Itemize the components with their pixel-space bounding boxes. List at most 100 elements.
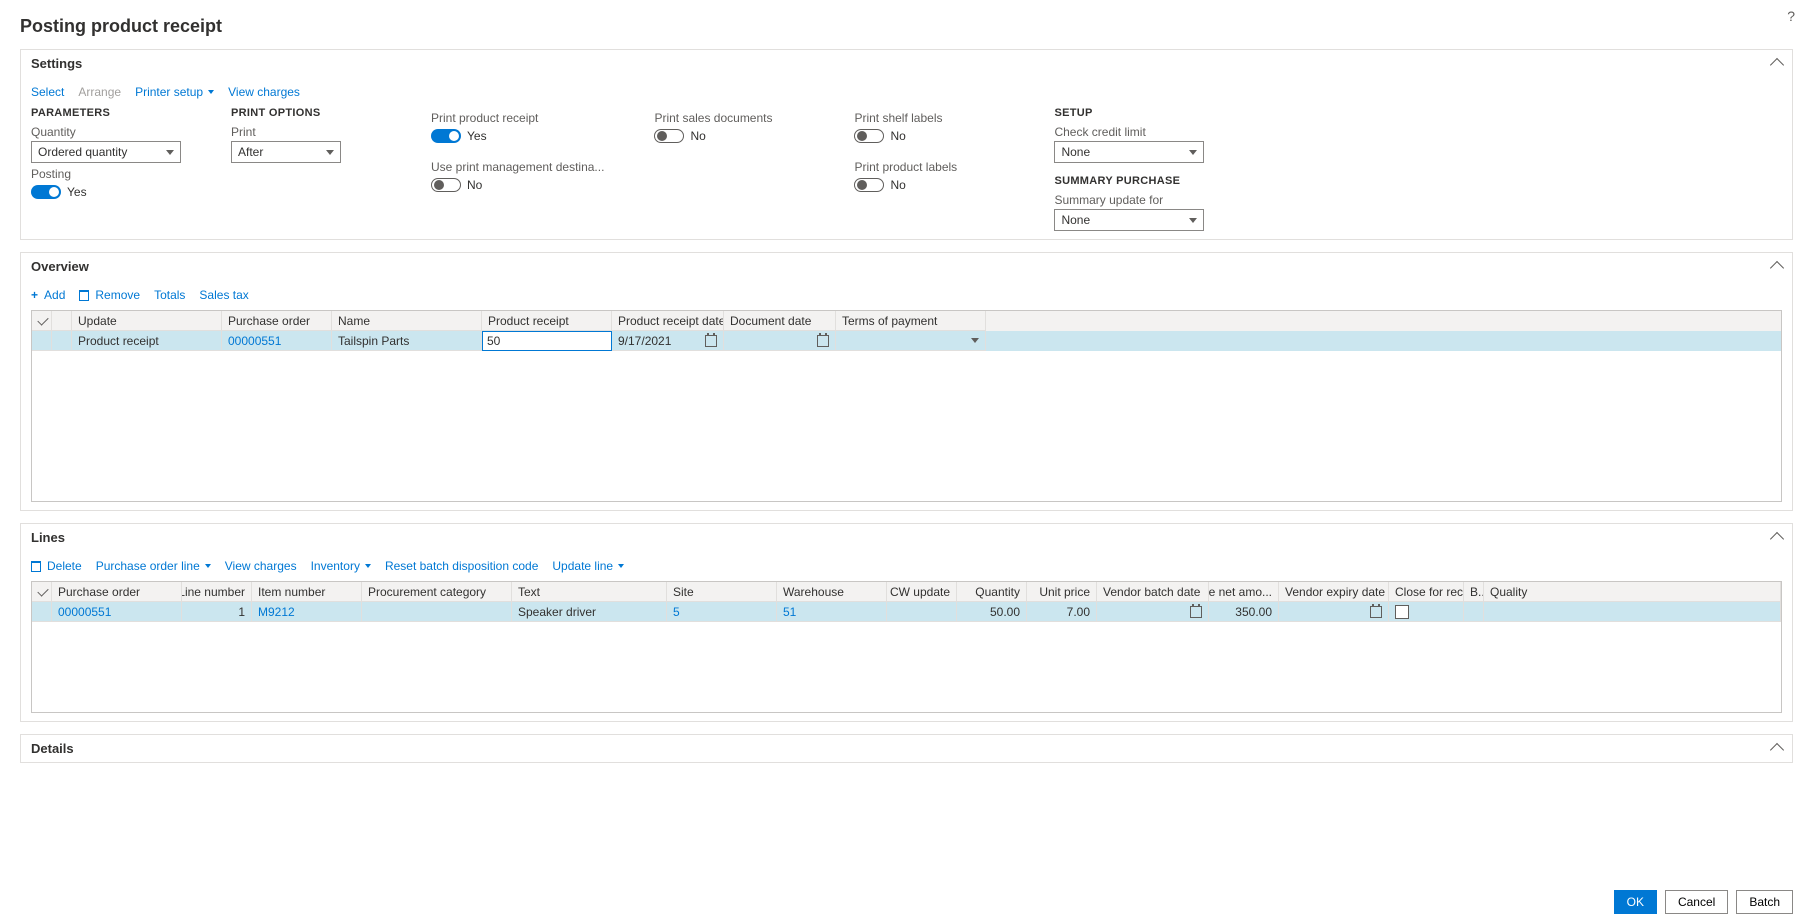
remove-label: Remove xyxy=(95,288,140,302)
view-charges-link[interactable]: View charges xyxy=(228,85,300,99)
col-site[interactable]: Site xyxy=(667,582,777,602)
cell-warehouse[interactable]: 51 xyxy=(777,602,887,622)
col-vendor-batch-date[interactable]: Vendor batch date xyxy=(1097,582,1209,602)
row-check[interactable] xyxy=(32,602,52,622)
cell-site[interactable]: 5 xyxy=(667,602,777,622)
col-name[interactable]: Name xyxy=(332,311,482,331)
cell-name[interactable]: Tailspin Parts xyxy=(332,331,482,351)
sales-tax-button[interactable]: Sales tax xyxy=(199,288,248,302)
cell-line-net[interactable]: 350.00 xyxy=(1209,602,1279,622)
col-text[interactable]: Text xyxy=(512,582,667,602)
calendar-icon[interactable] xyxy=(817,335,829,347)
col-po[interactable]: Purchase order xyxy=(52,582,182,602)
purchase-order-line-button[interactable]: Purchase order line xyxy=(96,559,211,573)
check-icon xyxy=(38,315,45,327)
checkbox[interactable] xyxy=(1395,605,1409,619)
col-b[interactable]: B... xyxy=(1464,582,1484,602)
cell-quality[interactable] xyxy=(1484,602,1781,622)
totals-button[interactable]: Totals xyxy=(154,288,185,302)
calendar-icon[interactable] xyxy=(1370,606,1382,618)
cell-update[interactable]: Product receipt xyxy=(72,331,222,351)
calendar-icon[interactable] xyxy=(1190,606,1202,618)
select-link[interactable]: Select xyxy=(31,85,64,99)
cell-quantity[interactable]: 50.00 xyxy=(957,602,1027,622)
update-line-button[interactable]: Update line xyxy=(552,559,624,573)
batch-button[interactable]: Batch xyxy=(1736,890,1793,914)
use-print-mgmt-toggle[interactable]: No xyxy=(431,178,482,192)
col-cw-update[interactable]: CW update xyxy=(887,582,957,602)
help-icon[interactable]: ? xyxy=(1787,8,1795,24)
print-value: After xyxy=(238,145,263,159)
lines-header[interactable]: Lines xyxy=(21,524,1792,551)
cell-b[interactable] xyxy=(1464,602,1484,622)
reset-batch-button[interactable]: Reset batch disposition code xyxy=(385,559,538,573)
cell-procurement[interactable] xyxy=(362,602,512,622)
cell-vendor-expiry[interactable] xyxy=(1279,602,1389,622)
ul-label: Update line xyxy=(552,559,613,573)
print-product-labels-toggle[interactable]: No xyxy=(854,178,905,192)
chevron-down-icon xyxy=(208,90,214,94)
col-item-number[interactable]: Item number xyxy=(252,582,362,602)
row-check[interactable] xyxy=(32,331,52,351)
col-document-date[interactable]: Document date xyxy=(724,311,836,331)
posting-label: Posting xyxy=(31,167,181,181)
page-title: Posting product receipt xyxy=(20,16,1793,37)
cell-vendor-batch-date[interactable] xyxy=(1097,602,1209,622)
inventory-button[interactable]: Inventory xyxy=(311,559,371,573)
print-sales-docs-toggle[interactable]: No xyxy=(654,129,705,143)
cell-item-number[interactable]: M9212 xyxy=(252,602,362,622)
remove-button[interactable]: Remove xyxy=(79,288,140,302)
printer-setup-link[interactable]: Printer setup xyxy=(135,85,214,99)
details-header[interactable]: Details xyxy=(21,735,1792,762)
col-purchase-order[interactable]: Purchase order xyxy=(222,311,332,331)
trash-icon xyxy=(79,290,89,301)
col-unit-price[interactable]: Unit price xyxy=(1027,582,1097,602)
cell-product-receipt[interactable]: 50 xyxy=(482,331,612,351)
settings-header[interactable]: Settings xyxy=(21,50,1792,77)
overview-section: Overview Add Remove Totals Sales tax Upd… xyxy=(20,252,1793,511)
col-check[interactable] xyxy=(32,582,52,602)
col-terms-payment[interactable]: Terms of payment xyxy=(836,311,986,331)
col-quantity[interactable]: Quantity xyxy=(957,582,1027,602)
cell-po[interactable]: 00000551 xyxy=(52,602,182,622)
delete-button[interactable]: Delete xyxy=(31,559,82,573)
overview-row[interactable]: Product receipt 00000551 Tailspin Parts … xyxy=(32,331,1781,351)
chevron-up-icon xyxy=(1770,743,1784,757)
use-print-mgmt-label: Use print management destina... xyxy=(431,160,604,174)
col-vendor-expiry[interactable]: Vendor expiry date xyxy=(1279,582,1389,602)
print-product-receipt-toggle[interactable]: Yes xyxy=(431,129,487,143)
add-button[interactable]: Add xyxy=(31,288,65,302)
col-close-receipt[interactable]: Close for rec... xyxy=(1389,582,1464,602)
print-product-labels-label: Print product labels xyxy=(854,160,1004,174)
col-line-net[interactable]: Line net amo... xyxy=(1209,582,1279,602)
col-product-receipt[interactable]: Product receipt xyxy=(482,311,612,331)
quantity-select[interactable]: Ordered quantity xyxy=(31,141,181,163)
col-procurement[interactable]: Procurement category xyxy=(362,582,512,602)
col-check[interactable] xyxy=(32,311,52,331)
cell-text[interactable]: Speaker driver xyxy=(512,602,667,622)
check-credit-select[interactable]: None xyxy=(1054,141,1204,163)
view-charges-button[interactable]: View charges xyxy=(225,559,297,573)
cell-unit-price[interactable]: 7.00 xyxy=(1027,602,1097,622)
col-update[interactable]: Update xyxy=(72,311,222,331)
summary-update-select[interactable]: None xyxy=(1054,209,1204,231)
cell-document-date[interactable] xyxy=(724,331,836,351)
lines-row[interactable]: 00000551 1 M9212 Speaker driver 5 51 50.… xyxy=(32,602,1781,622)
cell-purchase-order[interactable]: 00000551 xyxy=(222,331,332,351)
cell-line-number[interactable]: 1 xyxy=(182,602,252,622)
cell-terms-payment[interactable] xyxy=(836,331,986,351)
cancel-button[interactable]: Cancel xyxy=(1665,890,1728,914)
print-shelf-labels-toggle[interactable]: No xyxy=(854,129,905,143)
col-quality[interactable]: Quality xyxy=(1484,582,1781,602)
overview-header[interactable]: Overview xyxy=(21,253,1792,280)
posting-toggle[interactable]: Yes xyxy=(31,185,87,199)
cell-close-receipt[interactable] xyxy=(1389,602,1464,622)
cell-product-receipt-date[interactable]: 9/17/2021 xyxy=(612,331,724,351)
print-select[interactable]: After xyxy=(231,141,341,163)
col-warehouse[interactable]: Warehouse xyxy=(777,582,887,602)
col-product-receipt-date[interactable]: Product receipt date xyxy=(612,311,724,331)
calendar-icon[interactable] xyxy=(705,335,717,347)
cell-cw-update[interactable] xyxy=(887,602,957,622)
ok-button[interactable]: OK xyxy=(1614,890,1657,914)
col-line-number[interactable]: Line number xyxy=(182,582,252,602)
